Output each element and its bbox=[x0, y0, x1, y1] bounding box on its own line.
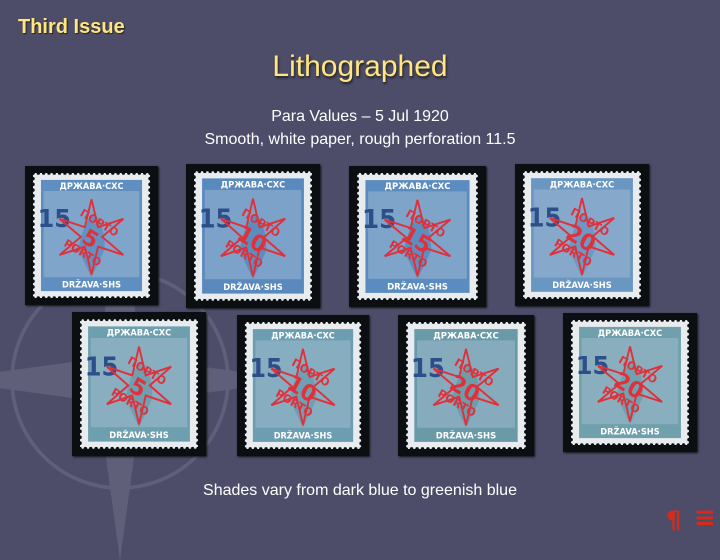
stamp-top-text: ДРЖАВА·СХС bbox=[550, 180, 615, 190]
stamp-top-text: ДРЖАВА·СХС bbox=[433, 331, 499, 341]
menu-icon[interactable]: ≡ bbox=[694, 503, 716, 533]
stamp-image: ДРЖАВА·СХС DRŽAVA·SHS 15 ПОРТО 10 PORTO bbox=[186, 164, 320, 308]
caption: Shades vary from dark blue to greenish b… bbox=[203, 482, 517, 499]
stamp-value: 15 bbox=[199, 204, 233, 234]
stamp-image: ДРЖАВА·СХС DRŽAVA·SHS 15 ПОРТО 10 PORTO bbox=[237, 315, 369, 456]
stamp-bottom-text: DRŽAVA·SHS bbox=[223, 281, 282, 293]
stamp-bottom-text: DRŽAVA·SHS bbox=[109, 429, 168, 441]
stamp-value: 15 bbox=[362, 205, 396, 234]
stamp-bottom-text: DRŽAVA·SHS bbox=[552, 279, 611, 291]
section-title: Third Issue bbox=[18, 16, 125, 38]
stamp-top-text: ДРЖАВА·СХС bbox=[385, 182, 451, 192]
stamp-image: ДРЖАВА·СХС DRŽAVA·SHS 15 ПОРТО 20 PORTO bbox=[515, 164, 649, 306]
stamp-bottom-text: DRŽAVA·SHS bbox=[436, 429, 496, 441]
stamp-value: 15 bbox=[250, 353, 283, 383]
stamp-bottom-text: DRŽAVA·SHS bbox=[600, 425, 659, 436]
stamp-top-text: ДРЖАВА·СХС bbox=[598, 328, 663, 338]
stamp-bottom-text: DRŽAVA·SHS bbox=[387, 280, 448, 292]
stamp-value: 15 bbox=[411, 354, 445, 384]
stamp-value: 15 bbox=[85, 352, 119, 382]
slide-title: Lithographed bbox=[272, 50, 448, 83]
stamp-image: ДРЖАВА·СХС DRŽAVA·SHS 15 ПОРТО 15 PORTO bbox=[349, 166, 486, 307]
subtitle-line-2: Smooth, white paper, rough perforation 1… bbox=[204, 131, 516, 148]
stamp-bottom-text: DRŽAVA·SHS bbox=[274, 429, 333, 440]
stamp-image: ДРЖАВА·СХС DRŽAVA·SHS 15 ПОРТО 20 PORTO bbox=[563, 313, 697, 452]
stamp-image: ДРЖАВА·СХС DRŽAVA·SHS 15 ПОРТО 5 PORTO bbox=[72, 312, 206, 456]
slide: Third Issue Lithographed Para Values – 5… bbox=[0, 0, 720, 560]
stamp-image: ДРЖАВА·СХС DRŽAVA·SHS 15 ПОРТО 5 PORTO bbox=[25, 166, 158, 305]
subtitle-line-1: Para Values – 5 Jul 1920 bbox=[271, 108, 449, 125]
pilcrow-icon[interactable]: ¶ bbox=[666, 506, 681, 534]
stamp-top-text: ДРЖАВА·СХС bbox=[59, 181, 123, 191]
stamp-bottom-text: DRŽAVA·SHS bbox=[62, 278, 121, 289]
stamp-value: 15 bbox=[38, 204, 71, 234]
stamp-value: 15 bbox=[576, 351, 610, 381]
stamp-value: 15 bbox=[528, 203, 562, 233]
stamp-image: ДРЖАВА·СХС DRŽAVA·SHS 15 ПОРТО 20 PORTO bbox=[398, 315, 534, 456]
stamp-top-text: ДРЖАВА·СХС bbox=[271, 330, 335, 340]
stamp-top-text: ДРЖАВА·СХС bbox=[221, 181, 286, 191]
stamp-top-text: ДРЖАВА·СХС bbox=[107, 329, 172, 339]
